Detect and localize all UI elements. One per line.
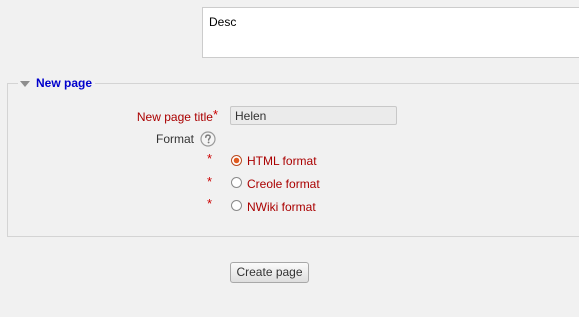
radio-label-nwiki-format[interactable]: NWiki format [247, 200, 316, 214]
required-mark: * [212, 107, 218, 122]
section-legend[interactable]: New page [18, 75, 96, 91]
page-title-input[interactable] [230, 106, 397, 125]
format-label: Format [156, 132, 195, 146]
radio-nwiki-format[interactable] [231, 200, 242, 211]
section-legend-label[interactable]: New page [36, 76, 92, 90]
radio-label-creole-format[interactable]: Creole format [247, 177, 320, 191]
required-mark: * [207, 151, 213, 166]
page-title-label: New page title* [137, 107, 218, 124]
description-field[interactable]: Desc [202, 7, 579, 58]
collapse-caret-icon[interactable] [20, 80, 30, 87]
create-page-button[interactable]: Create page [230, 262, 309, 283]
required-mark: * [207, 196, 213, 211]
help-icon[interactable] [200, 131, 216, 147]
description-value: Desc [209, 15, 237, 29]
radio-label-html-format[interactable]: HTML format [247, 154, 317, 168]
required-mark: * [207, 174, 213, 189]
page-title-label-text: New page title [136, 110, 213, 124]
radio-html-format[interactable] [231, 155, 242, 166]
radio-creole-format[interactable] [231, 177, 242, 188]
